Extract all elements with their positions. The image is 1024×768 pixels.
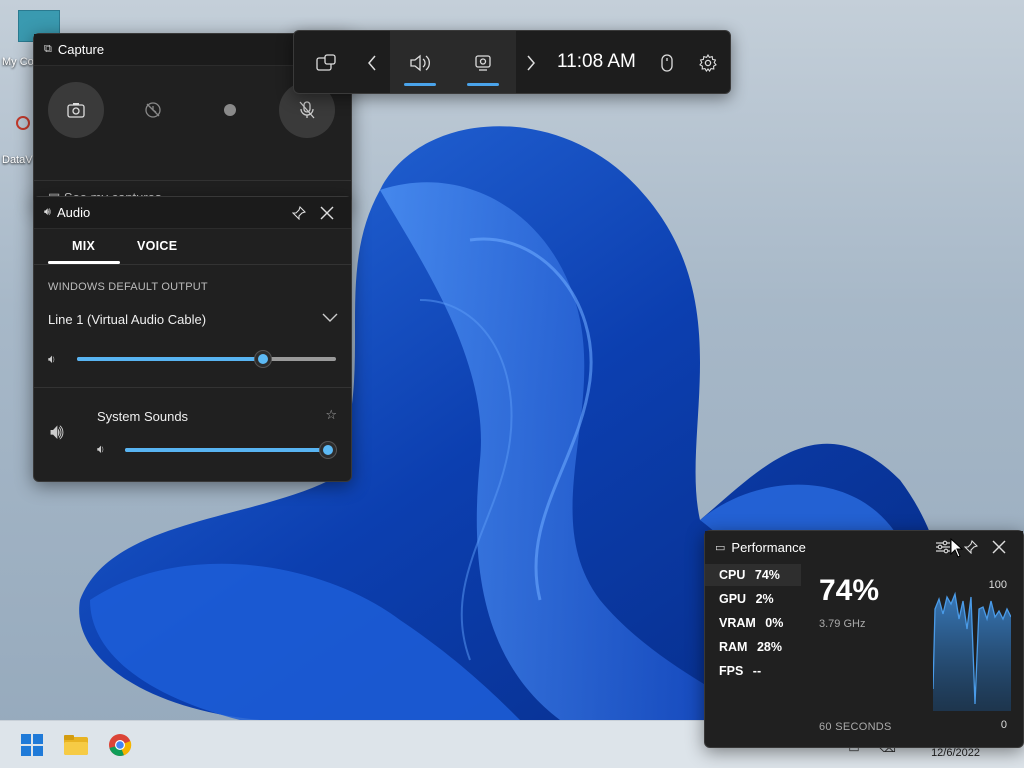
output-section-label: WINDOWS DEFAULT OUTPUT xyxy=(48,281,208,293)
metric-value: 0% xyxy=(765,616,784,630)
performance-header[interactable]: ▭ Performance xyxy=(705,531,1023,563)
close-button[interactable] xyxy=(985,533,1013,561)
capture-icon xyxy=(475,55,491,71)
record-icon xyxy=(224,104,236,116)
favorite-star-icon[interactable]: ☆ xyxy=(325,407,337,423)
start-button[interactable] xyxy=(16,729,48,761)
capture-active-indicator xyxy=(467,83,499,86)
app-speaker-icon: 🔊︎ xyxy=(50,419,64,444)
record-last-icon xyxy=(145,102,161,118)
device-volume-slider[interactable] xyxy=(77,351,336,367)
sliders-icon xyxy=(936,540,950,554)
mouse-button[interactable] xyxy=(651,47,683,79)
cpu-usage-graph xyxy=(933,591,1011,711)
chrome-button[interactable] xyxy=(104,729,136,761)
audio-title: Audio xyxy=(56,205,91,220)
metric-ram[interactable]: RAM 28% xyxy=(705,636,801,658)
pin-button[interactable] xyxy=(285,199,313,227)
audio-widget: 🔊︎ Audio MIX VOICE WINDOWS DEFAULT OUTPU… xyxy=(33,196,352,482)
close-button[interactable] xyxy=(313,199,341,227)
close-icon xyxy=(992,540,1006,554)
cpu-frequency: 3.79 GHz xyxy=(819,618,866,630)
chrome-icon xyxy=(109,734,132,757)
slider-thumb[interactable] xyxy=(320,442,336,458)
audio-tabs: MIX VOICE xyxy=(34,229,351,265)
start-icon xyxy=(21,734,43,756)
metric-name: FPS xyxy=(719,664,744,678)
tab-voice[interactable]: VOICE xyxy=(137,239,177,253)
tray-date[interactable]: 12/6/2022 xyxy=(931,747,980,759)
performance-title: Performance xyxy=(731,539,806,555)
audio-active-indicator xyxy=(404,83,436,86)
metric-vram[interactable]: VRAM 0% xyxy=(705,612,801,634)
desktop-icon-label: DataV xyxy=(2,154,33,166)
app-volume-slider[interactable] xyxy=(125,442,336,458)
metric-cpu[interactable]: CPU 74% xyxy=(705,564,801,586)
capture-title: Capture xyxy=(57,42,105,57)
slider-fill xyxy=(125,448,328,452)
metric-value: 2% xyxy=(755,592,774,606)
tab-mix[interactable]: MIX xyxy=(72,239,95,253)
capture-widget-icon: ⧉ xyxy=(44,43,52,55)
metric-value: -- xyxy=(752,664,762,678)
scroll-right-button[interactable] xyxy=(515,47,547,79)
close-icon xyxy=(320,206,334,219)
gear-icon xyxy=(699,54,717,72)
mouse-cursor xyxy=(950,538,964,558)
cpu-usage-value: 74% xyxy=(819,574,880,607)
graph-duration-label: 60 SECONDS xyxy=(819,721,892,733)
widget-menu-icon xyxy=(316,54,336,71)
mic-off-icon xyxy=(299,101,315,119)
game-bar: 11:08 AM xyxy=(293,30,731,94)
pin-icon xyxy=(964,540,978,554)
metric-value: 28% xyxy=(756,640,782,654)
speaker-icon: 🔊︎ xyxy=(44,206,51,218)
output-device-name: Line 1 (Virtual Audio Cable) xyxy=(48,312,207,327)
scroll-left-button[interactable] xyxy=(356,47,388,79)
slider-thumb[interactable] xyxy=(255,351,271,367)
slider-fill xyxy=(77,357,263,361)
desktop-icon-app[interactable]: DataV xyxy=(2,110,36,166)
capture-widget-button[interactable] xyxy=(467,47,499,79)
metric-name: CPU xyxy=(719,568,746,582)
widget-menu-button[interactable] xyxy=(310,47,342,79)
metric-gpu[interactable]: GPU 2% xyxy=(705,588,801,610)
audio-widget-button[interactable] xyxy=(404,47,436,79)
pin-icon xyxy=(292,205,306,220)
screenshot-button[interactable] xyxy=(48,82,104,138)
audio-icon xyxy=(410,54,430,72)
graph-axis-min: 0 xyxy=(1000,719,1007,731)
volume-icon: 🔉︎ xyxy=(48,352,56,366)
record-last-button[interactable] xyxy=(125,82,181,138)
chevron-right-icon xyxy=(527,55,535,71)
metric-value: 74% xyxy=(754,568,780,582)
audio-header[interactable]: 🔊︎ Audio xyxy=(34,197,351,229)
screenshot-icon xyxy=(67,103,85,118)
performance-widget: ▭ Performance CPU 74% GPU 2% VRAM 0% RAM… xyxy=(704,530,1024,748)
output-device-dropdown[interactable]: Line 1 (Virtual Audio Cable) xyxy=(48,312,338,332)
mouse-icon xyxy=(661,54,673,72)
app-volume-icon: 🔉︎ xyxy=(97,442,105,456)
file-explorer-icon xyxy=(64,735,88,755)
app-name: System Sounds xyxy=(97,409,189,424)
metric-name: RAM xyxy=(719,640,748,654)
audio-divider xyxy=(34,387,351,388)
metric-fps[interactable]: FPS -- xyxy=(705,660,801,682)
metric-name: GPU xyxy=(719,592,747,606)
clock: 11:08 AM xyxy=(557,51,636,72)
performance-widget-icon: ▭ xyxy=(715,541,726,554)
chevron-down-icon xyxy=(322,310,338,326)
file-explorer-button[interactable] xyxy=(60,729,92,761)
record-button[interactable] xyxy=(202,82,258,138)
tab-active-indicator xyxy=(48,261,120,264)
capture-divider xyxy=(34,180,351,181)
settings-button[interactable] xyxy=(692,47,724,79)
metric-name: VRAM xyxy=(719,616,756,630)
chevron-left-icon xyxy=(368,55,376,71)
